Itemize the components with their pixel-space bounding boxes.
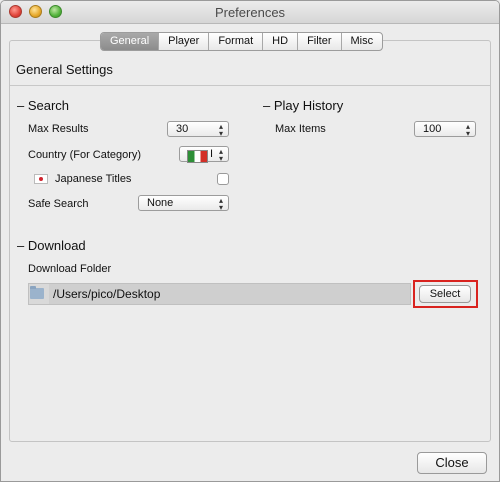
title-bar: Preferences [1,1,499,24]
safe-search-label: Safe Search [28,198,89,210]
tab-hd[interactable]: HD [263,33,299,50]
window-title: Preferences [214,5,286,20]
max-results-value: 30 [176,123,189,135]
japan-flag-icon [34,174,48,184]
japanese-titles-label: Japanese Titles [55,173,132,185]
country-value: I [210,148,214,160]
download-folder-path: /Users/pico/Desktop [49,284,410,304]
search-section-heading[interactable]: – Search [17,98,69,113]
divider [10,85,490,86]
max-results-select[interactable]: 30 ▴ ▾ [167,121,229,138]
tab-misc[interactable]: Misc [342,33,383,50]
play-history-section-heading[interactable]: – Play History [263,98,343,113]
download-section-heading[interactable]: – Download [17,238,86,253]
max-results-label: Max Results [28,123,89,135]
preferences-window: Preferences General Player Format HD Fil… [0,0,500,482]
safe-search-value: None [147,197,174,209]
close-button[interactable]: Close [417,452,487,474]
max-items-value: 100 [423,123,442,135]
tab-filter[interactable]: Filter [298,33,342,50]
select-folder-button[interactable]: Select [419,285,471,303]
country-label: Country (For Category) [28,149,142,161]
tab-player[interactable]: Player [159,33,210,50]
stepper-arrows-icon: ▴ ▾ [218,147,223,163]
italy-flag-icon [187,150,208,163]
download-folder-label: Download Folder [28,263,112,275]
tab-format[interactable]: Format [209,33,264,50]
stepper-arrows-icon: ▴ ▾ [465,122,470,138]
safe-search-select[interactable]: None ▴ ▾ [138,195,229,212]
stepper-arrows-icon: ▴ ▾ [218,196,223,212]
japanese-titles-checkbox[interactable] [217,173,229,185]
panel-title: General Settings [16,62,113,77]
tab-general[interactable]: General [101,33,160,50]
folder-icon [30,286,44,299]
max-items-label: Max Items [275,123,326,135]
tab-bar: General Player Format HD Filter Misc [100,32,384,51]
max-items-select[interactable]: 100 ▴ ▾ [414,121,476,138]
stepper-arrows-icon: ▴ ▾ [218,122,223,138]
